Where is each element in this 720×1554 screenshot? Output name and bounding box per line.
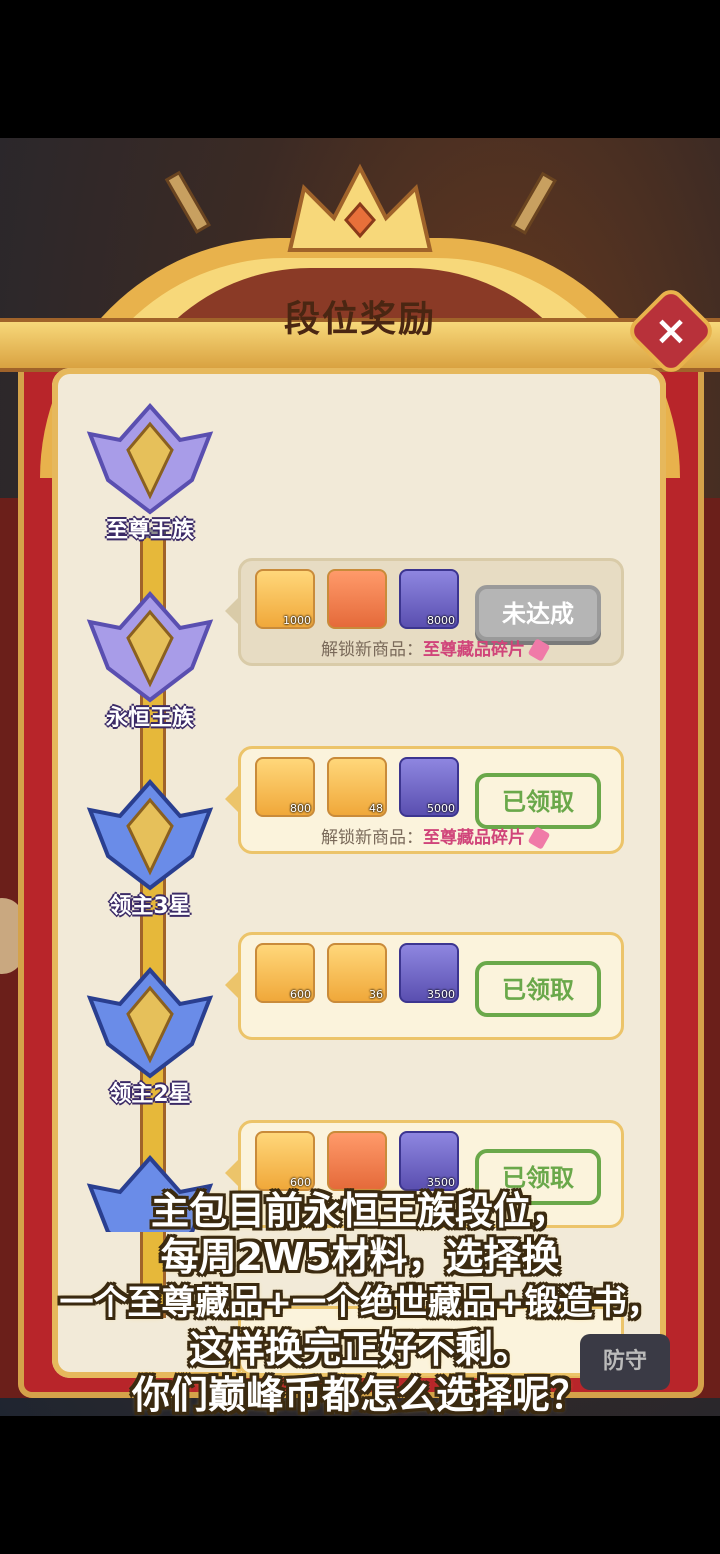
unlock-text: 解锁新商品：至尊藏品碎片 <box>241 823 627 850</box>
treasure-chest-icon <box>327 1131 387 1191</box>
unlock-prefix: 解锁新商品： <box>321 828 423 848</box>
golden-egg-icon: 36 <box>327 943 387 1003</box>
rank-emblem-icon <box>86 778 214 891</box>
crown-icon <box>287 163 433 252</box>
item-qty: 8000 <box>427 614 455 627</box>
close-icon[interactable]: × <box>638 298 704 364</box>
item-qty: 48 <box>369 802 383 815</box>
unlock-item: 至尊藏品碎片 <box>423 828 525 848</box>
treasure-chest-icon <box>327 569 387 629</box>
subtitle-line: 每周2W5材料，选择换 <box>160 1235 560 1279</box>
reward-card: 600 36 3500 已领取 <box>225 932 624 1040</box>
subtitle-line: 一个至尊藏品+一个绝世藏品+锻造书， <box>59 1283 661 1323</box>
rank-emblem-icon <box>86 966 214 1079</box>
rank-badge: 领主3星 <box>80 776 220 926</box>
rank-emblem-icon <box>86 402 214 515</box>
panel-title: 段位奖励 <box>283 299 436 340</box>
sword-left-icon <box>164 170 211 234</box>
trophy-coin-icon: 8000 <box>399 569 459 629</box>
gem-icon <box>527 826 551 850</box>
item-qty: 36 <box>369 988 383 1001</box>
unlock-text: 解锁新商品：至尊藏品碎片 <box>241 635 627 662</box>
item-qty: 3500 <box>427 988 455 1001</box>
rank-name: 永恒王族 <box>105 706 194 731</box>
item-qty: 1000 <box>283 614 311 627</box>
subtitle-line: 你们巅峰币都怎么选择呢？ <box>131 1373 588 1417</box>
reward-card: 1000 8000 未达成 解锁新商品：至尊藏品碎片 <box>225 558 627 666</box>
trophy-coin-icon: 3500 <box>399 943 459 1003</box>
gem-icon <box>527 638 551 662</box>
not-reached-button[interactable]: 未达成 <box>475 585 601 641</box>
sword-right-icon <box>510 171 557 235</box>
trophy-coin-icon: 5000 <box>399 757 459 817</box>
rank-emblem-icon <box>86 590 214 703</box>
rank-name: 领主2星 <box>109 1082 191 1107</box>
rank-badge: 领主2星 <box>80 964 220 1114</box>
item-qty: 5000 <box>427 802 455 815</box>
unlock-item: 至尊藏品碎片 <box>423 640 525 660</box>
item-qty: 600 <box>290 988 311 1001</box>
subtitle-line: 主包目前永恒王族段位， <box>150 1189 569 1233</box>
trophy-coin-icon: 3500 <box>399 1131 459 1191</box>
subtitle-overlay: 主包目前永恒王族段位， 每周2W5材料，选择换 一个至尊藏品+一个绝世藏品+锻造… <box>0 1188 720 1418</box>
rank-badge: 永恒王族 <box>80 588 220 738</box>
item-qty: 800 <box>290 802 311 815</box>
rank-badge: 至尊王族 <box>80 400 220 550</box>
diamond-icon: 800 <box>255 757 315 817</box>
golden-egg-icon: 48 <box>327 757 387 817</box>
diamond-icon: 1000 <box>255 569 315 629</box>
subtitle-line: 这样换完正好不剩。 <box>188 1327 531 1371</box>
diamond-icon: 600 <box>255 1131 315 1191</box>
reward-card: 800 48 5000 已领取 解锁新商品：至尊藏品碎片 <box>225 746 627 854</box>
unlock-prefix: 解锁新商品： <box>321 640 423 660</box>
rank-name: 至尊王族 <box>105 518 194 543</box>
rank-name: 领主3星 <box>109 894 191 919</box>
claimed-button[interactable]: 已领取 <box>475 773 601 829</box>
claimed-button[interactable]: 已领取 <box>475 961 601 1017</box>
diamond-icon: 600 <box>255 943 315 1003</box>
